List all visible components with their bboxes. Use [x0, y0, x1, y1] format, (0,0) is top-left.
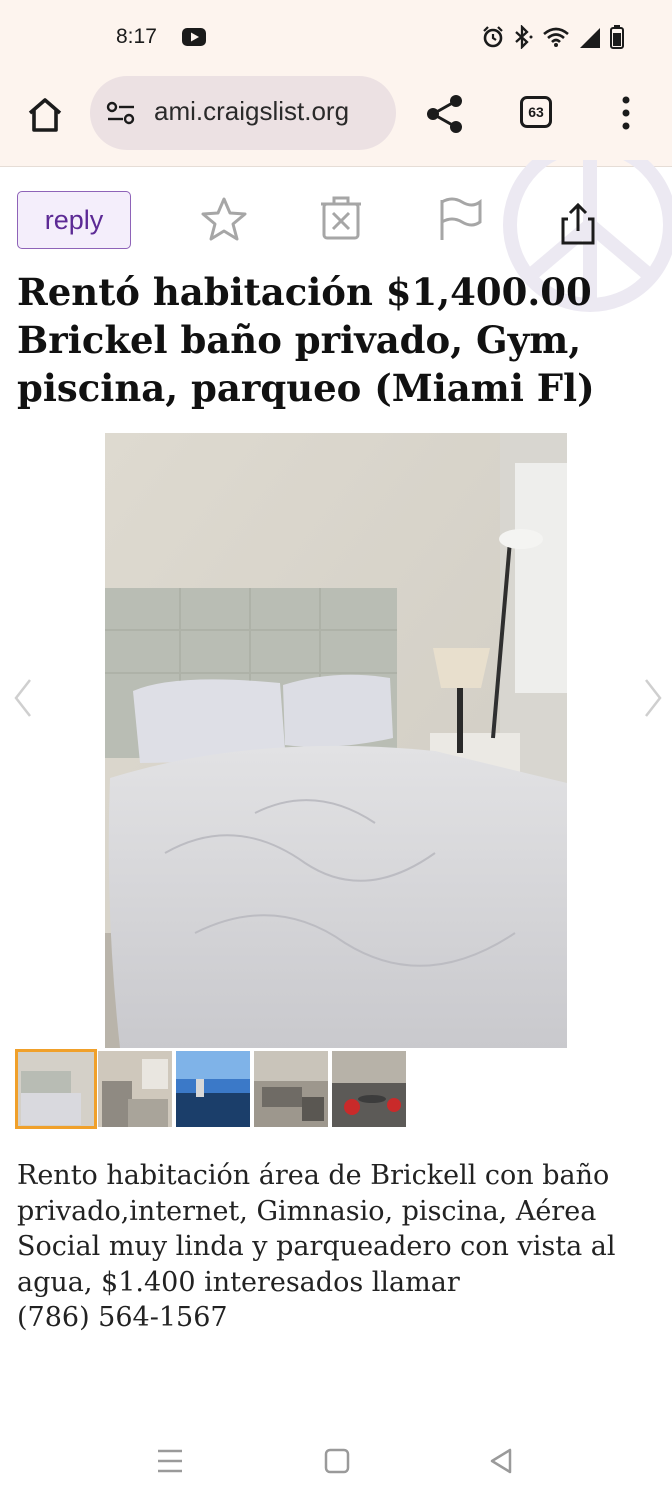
alarm-icon — [483, 26, 503, 48]
site-settings-icon[interactable] — [106, 100, 136, 126]
thumbnail-2[interactable] — [98, 1051, 172, 1127]
battery-icon — [610, 25, 624, 49]
post-title: Rentó habitación $1,400.00 Brickel baño … — [17, 268, 657, 412]
bluetooth-icon — [515, 25, 533, 49]
browser-toolbar: ami.craigslist.org 63 — [0, 76, 672, 167]
status-bar: 8:17 — [0, 0, 672, 76]
system-navigation-bar — [0, 1420, 672, 1501]
post-title-line: piscina, parqueo (Miami Fl) — [17, 366, 595, 410]
post-title-line: Rentó habitación $1,400.00 — [17, 270, 592, 314]
signal-icon — [580, 28, 600, 48]
post-body-line: Rento habitación área de Brickell con ba… — [17, 1160, 610, 1191]
home-nav-icon[interactable] — [324, 1448, 350, 1474]
post-body-line: Social muy linda y parqueadero con vista… — [17, 1231, 616, 1262]
hide-icon[interactable] — [318, 196, 364, 242]
next-image-arrow[interactable] — [640, 676, 666, 720]
thumbnail-5[interactable] — [332, 1051, 406, 1127]
youtube-icon — [182, 28, 206, 46]
home-icon[interactable] — [22, 92, 68, 138]
wifi-icon — [543, 27, 569, 47]
overflow-menu-icon[interactable] — [616, 94, 636, 134]
omnibox[interactable]: ami.craigslist.org — [90, 76, 396, 150]
thumbnail-1-selected[interactable] — [15, 1049, 97, 1129]
recent-apps-icon[interactable] — [156, 1448, 184, 1474]
tabs-icon[interactable]: 63 — [520, 96, 552, 128]
status-time: 8:17 — [116, 25, 157, 48]
status-icons — [482, 25, 624, 49]
post-body-line: privado,internet, Gimnasio, piscina, Aér… — [17, 1195, 597, 1227]
post-body-line: agua, $1.400 interesados llamar — [17, 1266, 460, 1298]
phone-number[interactable]: (786) 564-1567 — [17, 1300, 657, 1336]
back-nav-icon[interactable] — [488, 1447, 514, 1475]
post-title-line: Brickel baño privado, Gym, — [17, 318, 582, 362]
reply-button[interactable]: reply — [17, 191, 131, 249]
share-post-icon[interactable] — [560, 203, 596, 245]
thumbnail-3[interactable] — [176, 1051, 250, 1127]
share-icon[interactable] — [424, 92, 466, 136]
main-listing-photo[interactable] — [105, 433, 567, 1048]
url-text[interactable]: ami.craigslist.org — [154, 96, 349, 127]
star-icon[interactable] — [200, 196, 248, 242]
flag-icon[interactable] — [438, 196, 484, 242]
previous-image-arrow[interactable] — [10, 676, 36, 720]
post-body: Rento habitación área de Brickell con ba… — [17, 1158, 657, 1336]
thumbnail-4[interactable] — [254, 1051, 328, 1127]
